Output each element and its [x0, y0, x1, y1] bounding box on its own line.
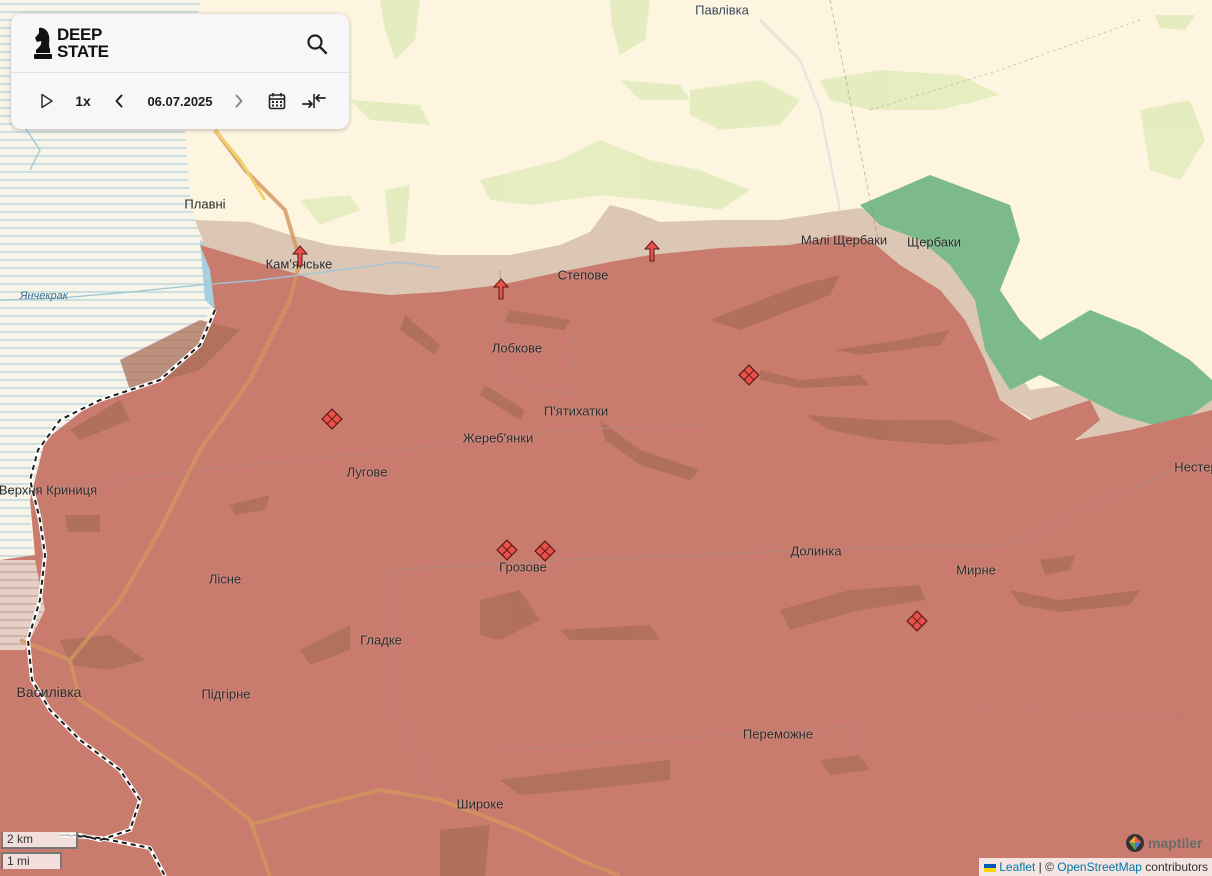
prev-date-button[interactable] — [109, 88, 129, 114]
place-piatykhatky: П'ятихатки — [543, 403, 609, 419]
battle-marker-icon[interactable] — [738, 364, 760, 386]
maptiler-logo-icon — [1126, 834, 1144, 852]
place-shyroke: Широке — [456, 796, 504, 812]
place-pidhirne: Підгірне — [201, 686, 251, 702]
place-lisne: Лісне — [208, 571, 242, 587]
compare-arrows-icon — [302, 94, 326, 108]
attribution: Leaflet | © OpenStreetMap contributors — [978, 858, 1212, 876]
chevron-left-icon — [115, 94, 123, 108]
maptiler-logo[interactable]: maptiler — [1125, 833, 1202, 853]
place-verkhnia-krynytsia: Верхня Криниця — [0, 482, 98, 498]
ukraine-flag-icon — [983, 863, 996, 872]
place-mali-shcherbaky: Малі Щербаки — [800, 232, 888, 248]
place-hladke: Гладке — [360, 632, 402, 648]
place-mirne: Мирне — [956, 562, 996, 578]
place-plavni: Плавні — [184, 196, 226, 212]
battle-marker-icon[interactable] — [496, 539, 518, 561]
place-stepove: Степове — [557, 267, 609, 283]
attribution-separator: | © — [1035, 860, 1058, 874]
scale-bar-mi: 1 mi — [1, 852, 62, 869]
date-label: 06.07.2025 — [147, 93, 213, 109]
place-dolynka: Долинка — [790, 543, 842, 559]
battle-marker-icon[interactable] — [906, 610, 928, 632]
logo-text: DEEP STATE — [57, 26, 109, 60]
advance-arrow-icon[interactable] — [493, 278, 509, 300]
play-icon — [41, 93, 53, 109]
place-lobkove: Лобкове — [491, 340, 543, 356]
river-yanchekrak: Янчекрак — [20, 290, 68, 302]
calendar-icon — [268, 93, 286, 110]
battle-marker-icon[interactable] — [534, 540, 556, 562]
scale-bar-km: 2 km — [1, 832, 78, 849]
play-button[interactable] — [37, 88, 57, 114]
next-date-button[interactable] — [229, 88, 249, 114]
speed-label: 1x — [75, 93, 91, 109]
osm-link[interactable]: OpenStreetMap — [1057, 860, 1142, 874]
attribution-contributors: contributors — [1141, 860, 1208, 874]
logo[interactable]: DEEP STATE — [33, 26, 109, 60]
control-panel: DEEP STATE 1x 06.07.2025 — [11, 14, 349, 129]
panel-divider — [11, 72, 349, 73]
maptiler-text: maptiler — [1148, 835, 1203, 851]
calendar-button[interactable] — [266, 88, 288, 114]
logo-line1: DEEP — [57, 25, 103, 44]
place-pavlivka: Павлівка — [695, 2, 749, 18]
speed-button[interactable]: 1x — [69, 88, 97, 114]
advance-arrow-icon[interactable] — [644, 240, 660, 262]
logo-line2: STATE — [57, 42, 109, 61]
place-vasylivka: Василівка — [16, 684, 82, 700]
map-canvas[interactable] — [0, 0, 1212, 876]
place-peremozhne: Переможне — [742, 726, 814, 742]
place-zherebianky: Жереб'янки — [462, 430, 534, 446]
advance-arrow-icon[interactable] — [292, 245, 308, 267]
date-display[interactable]: 06.07.2025 — [139, 88, 221, 114]
place-shcherbaky: Щербаки — [907, 234, 961, 250]
compare-button[interactable] — [301, 88, 327, 114]
leaflet-link[interactable]: Leaflet — [999, 860, 1035, 874]
place-luhove: Лугове — [346, 464, 388, 480]
search-icon[interactable] — [305, 32, 329, 56]
battle-marker-icon[interactable] — [321, 408, 343, 430]
chevron-right-icon — [235, 94, 243, 108]
knight-logo-icon — [34, 27, 52, 59]
place-nesterianka: Нестер — [1174, 459, 1212, 475]
